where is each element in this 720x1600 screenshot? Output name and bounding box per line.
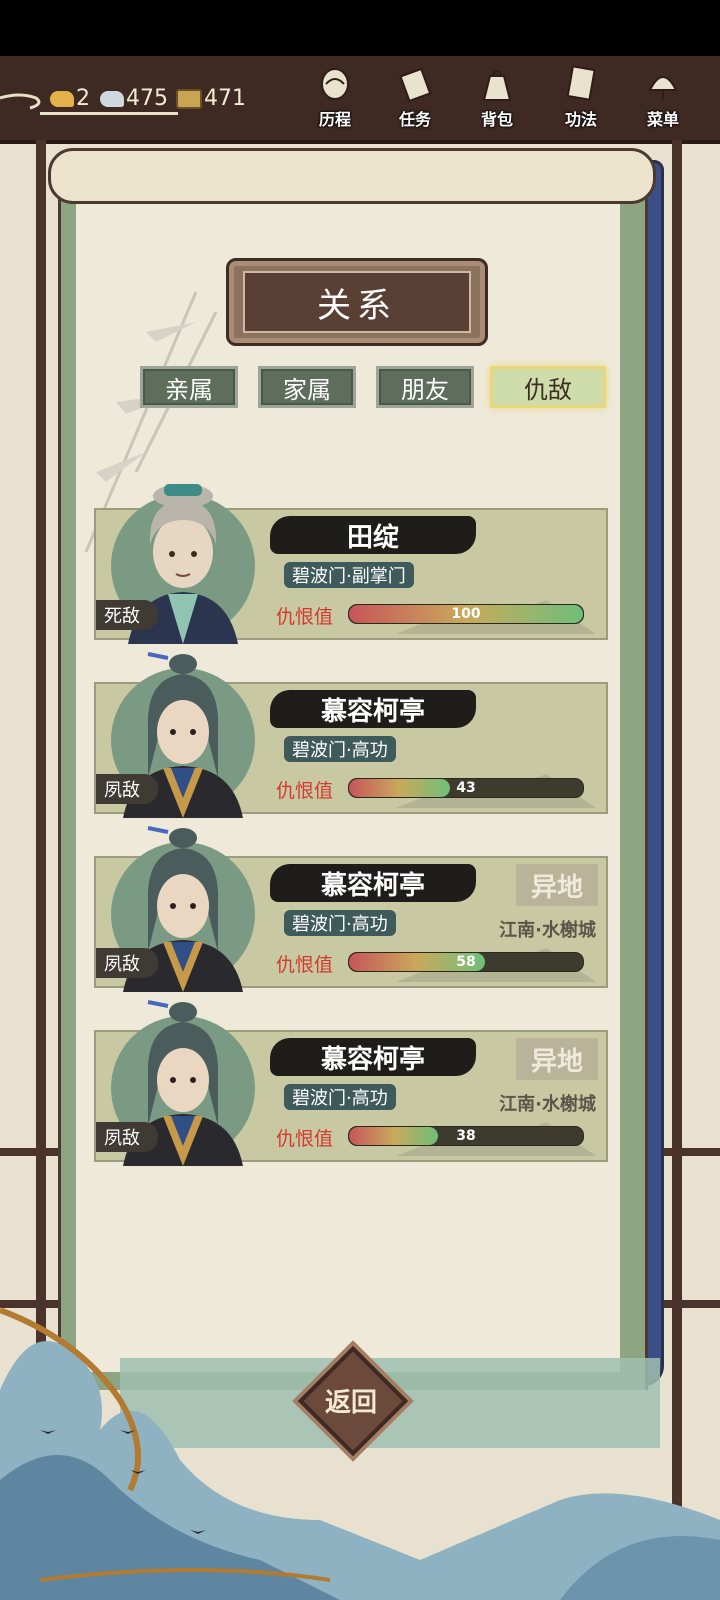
copper-coin-icon bbox=[176, 89, 202, 109]
title-plaque: 关系 bbox=[226, 258, 488, 346]
menu-main-button[interactable]: 菜单 bbox=[628, 64, 698, 130]
enemy-card[interactable]: 死敌 田绽 碧波门·副掌门 仇恨值 100 bbox=[94, 484, 608, 644]
mountain-landscape bbox=[0, 1307, 720, 1600]
tab-enemies-label: 仇敌 bbox=[524, 375, 572, 404]
sect-title: 碧波门·高功 bbox=[284, 910, 396, 936]
tab-friends-label: 朋友 bbox=[401, 375, 449, 404]
hate-value: 43 bbox=[456, 780, 476, 796]
menu-history-label: 历程 bbox=[318, 110, 351, 129]
location-badge: 异地 bbox=[516, 864, 598, 906]
page-title: 关系 bbox=[317, 285, 397, 326]
status-bar bbox=[0, 0, 720, 56]
hate-label: 仇恨值 bbox=[276, 606, 334, 628]
silver-ingot-icon bbox=[100, 91, 124, 107]
bag-icon bbox=[482, 70, 512, 101]
hate-value: 100 bbox=[451, 606, 481, 622]
ingot-counter: 2 bbox=[50, 86, 90, 111]
menu-history-button[interactable]: 历程 bbox=[300, 64, 370, 130]
character-name: 田绽 bbox=[270, 516, 476, 554]
tab-family[interactable]: 家属 bbox=[258, 366, 356, 408]
location-text: 江南·水榭城 bbox=[499, 920, 596, 941]
scroll-hand-icon bbox=[321, 68, 349, 100]
sect-title: 碧波门·副掌门 bbox=[284, 562, 414, 588]
book-icon bbox=[566, 65, 596, 101]
coin-value: 471 bbox=[204, 86, 246, 111]
ingot-value: 2 bbox=[76, 86, 90, 111]
tab-enemies[interactable]: 仇敌 bbox=[490, 366, 606, 408]
silver-value: 475 bbox=[126, 86, 168, 111]
hate-label: 仇恨值 bbox=[276, 780, 334, 802]
scroll-roll bbox=[48, 148, 656, 204]
relation-tag: 死敌 bbox=[96, 600, 158, 630]
back-button-label: 返回 bbox=[324, 1388, 377, 1418]
tab-kin[interactable]: 亲属 bbox=[140, 366, 238, 408]
back-button[interactable]: 返回 bbox=[297, 1345, 409, 1457]
resource-underline bbox=[40, 112, 178, 115]
menu-main-label: 菜单 bbox=[646, 110, 679, 129]
menu-skill-button[interactable]: 功法 bbox=[546, 64, 616, 130]
menu-skill-label: 功法 bbox=[564, 110, 597, 129]
silver-counter: 475 bbox=[100, 86, 168, 111]
coin-counter: 471 bbox=[176, 86, 246, 111]
task-scroll-icon bbox=[399, 67, 432, 103]
character-name: 慕容柯亭 bbox=[270, 864, 476, 902]
menu-bag-label: 背包 bbox=[480, 110, 513, 129]
tab-kin-label: 亲属 bbox=[165, 375, 213, 404]
menu-task-label: 任务 bbox=[398, 110, 431, 129]
sect-title: 碧波门·高功 bbox=[284, 736, 396, 762]
enemy-card[interactable]: 夙敌 慕容柯亭 碧波门·高功 仇恨值 43 bbox=[94, 652, 608, 818]
tab-friends[interactable]: 朋友 bbox=[376, 366, 474, 408]
menu-task-button[interactable]: 任务 bbox=[380, 64, 450, 130]
top-bar: 2 475 471 历程 任务 背包 功法 菜单 bbox=[0, 56, 720, 144]
menu-bag-button[interactable]: 背包 bbox=[462, 64, 532, 130]
relation-tag: 夙敌 bbox=[96, 774, 158, 804]
character-name: 慕容柯亭 bbox=[270, 690, 476, 728]
hate-bar: 43 bbox=[348, 778, 584, 798]
fan-icon bbox=[648, 76, 678, 100]
hate-bar: 100 bbox=[348, 604, 584, 624]
tab-family-label: 家属 bbox=[283, 375, 331, 404]
gold-ingot-icon bbox=[50, 91, 74, 107]
